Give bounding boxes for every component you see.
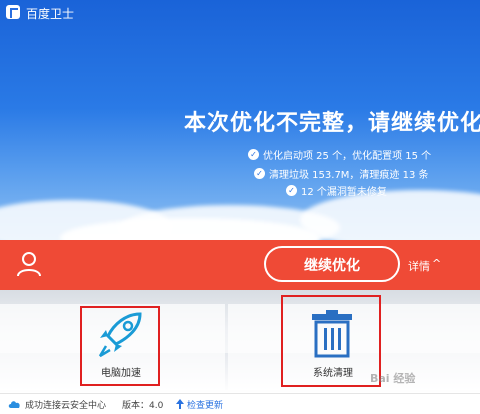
stat-text: 优化启动项 25 个，优化配置项 15 个 (263, 151, 432, 162)
titlebar: 百度卫士 (0, 0, 480, 24)
app-title: 百度卫士 (26, 7, 75, 21)
continue-optimize-button[interactable]: 继续优化 (264, 246, 400, 282)
cloud-status-text: 成功连接云安全中心 (25, 401, 107, 411)
stat-line: ✓ 优化启动项 25 个，优化配置项 15 个 (248, 147, 431, 162)
arrow-up-icon[interactable] (176, 399, 184, 409)
check-update-link[interactable]: 检查更新 (187, 398, 223, 411)
highlight-box (281, 295, 381, 387)
status-footer: 成功连接云安全中心 版本：4.0 检查更新 (0, 393, 480, 414)
stat-text: 12 个漏洞暂未修复 (301, 187, 387, 198)
highlight-box (80, 306, 160, 386)
stat-text: 清理垃圾 153.7M，清理痕迹 13 条 (269, 170, 429, 181)
version-text: 版本：4.0 (122, 401, 164, 411)
details-link[interactable]: 详情 (408, 258, 430, 274)
check-icon: ✓ (254, 168, 265, 179)
app-logo-icon (6, 5, 20, 19)
check-icon: ✓ (286, 185, 297, 196)
hero-banner: 百度卫士 本次优化不完整，请继续优化 ✓ 优化启动项 25 个，优化配置项 15… (0, 0, 480, 240)
watermark: Bai 经验 (370, 372, 416, 385)
cloud-status-icon (8, 401, 20, 408)
stat-line: ✓ 12 个漏洞暂未修复 (286, 183, 387, 198)
chevron-up-icon[interactable]: ^ (432, 257, 441, 270)
stat-line: ✓ 清理垃圾 153.7M，清理痕迹 13 条 (254, 166, 429, 181)
check-icon: ✓ (248, 149, 259, 160)
page-headline: 本次优化不完整，请继续优化 (184, 111, 480, 136)
user-avatar-icon[interactable] (16, 250, 42, 278)
